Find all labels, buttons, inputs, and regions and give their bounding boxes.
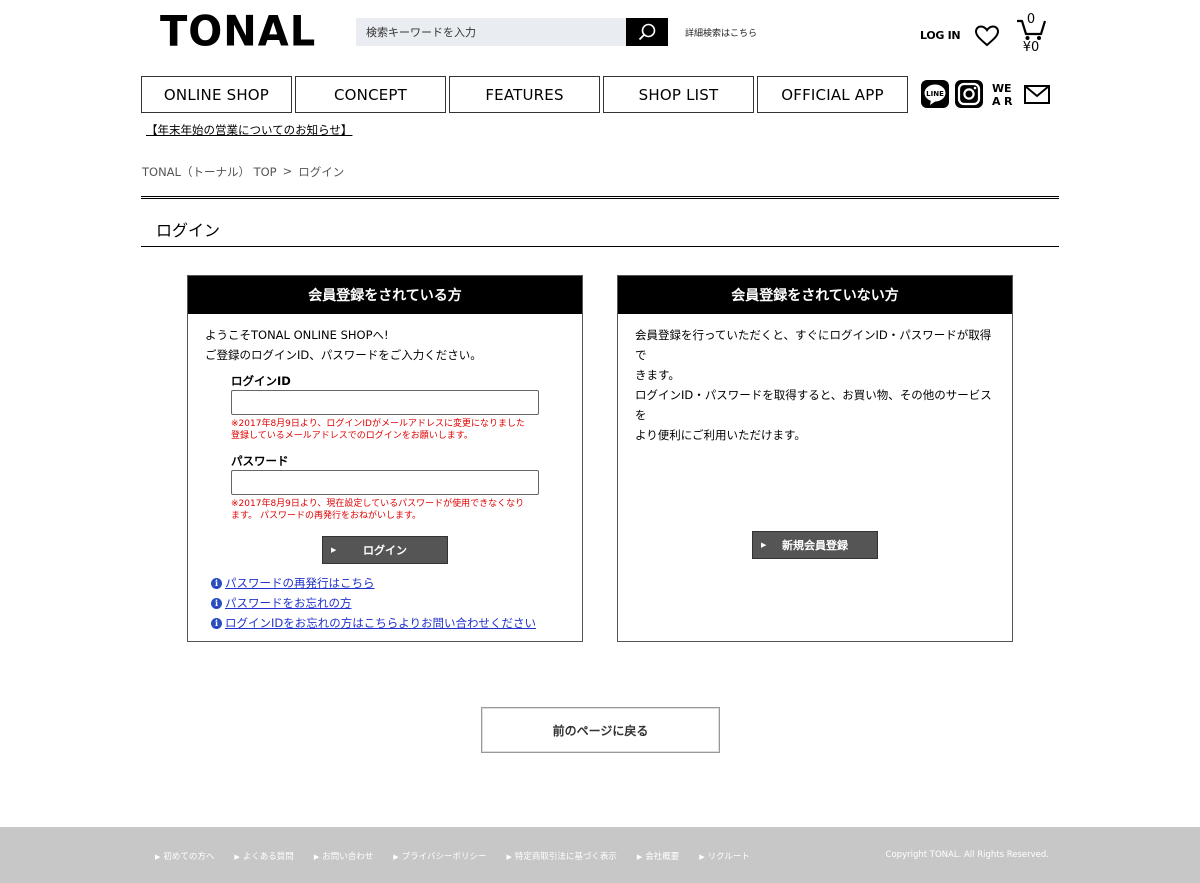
cart-button[interactable]: 0 ¥0 [1014, 12, 1048, 58]
svg-text:R: R [1004, 95, 1013, 108]
wear-icon: W E A R [992, 82, 1013, 108]
tonal-logo[interactable]: TONAL [160, 9, 316, 55]
copyright: Copyright TONAL. All Rights Reserved. [885, 850, 1049, 860]
svg-text:W: W [992, 82, 1004, 95]
new-member-panel-heading: 会員登録をされていない方 [618, 276, 1012, 314]
holiday-notice-link[interactable]: 【年末年始の営業についてのお知らせ】 [146, 122, 352, 138]
heart-icon [974, 25, 1000, 47]
line-link[interactable]: LINE [921, 80, 949, 108]
footer: 初めての方へ よくある質問 お問い合わせ プライバシーポリシー 特定商取引法に基… [0, 827, 1200, 883]
password-reissue-label: パスワードの再発行はこちら [225, 576, 375, 590]
search-input[interactable] [356, 18, 626, 46]
login-id-field[interactable] [231, 390, 539, 415]
arrow-right-icon: ▶ [331, 546, 337, 554]
register-button-label: 新規会員登録 [782, 539, 848, 552]
login-id-note: ※2017年8月9日より、ログインIDがメールアドレスに変更になりました 登録し… [231, 418, 543, 442]
wear-link[interactable]: W E A R [989, 80, 1017, 108]
nav-official-app[interactable]: OFFICIAL APP [757, 76, 908, 113]
nav-online-shop[interactable]: ONLINE SHOP [141, 76, 292, 113]
footer-link-privacy[interactable]: プライバシーポリシー [393, 850, 487, 862]
password-note-line-2: ます。 パスワードの再発行をおねがいします。 [231, 511, 422, 521]
new-member-panel: 会員登録をされていない方 会員登録を行っていただくと、すぐにログインID・パスワ… [617, 275, 1013, 642]
forgot-password-label: パスワードをお忘れの方 [225, 596, 352, 610]
description-line-4: より便利にご利用いただけます。 [635, 428, 806, 442]
svg-text:E: E [1004, 82, 1012, 95]
info-icon: i [211, 617, 222, 629]
back-button[interactable]: 前のページに戻る [481, 707, 720, 753]
password-label: パスワード [231, 454, 289, 468]
forgot-password-link[interactable]: i パスワードをお忘れの方 [211, 595, 352, 611]
login-button[interactable]: ▶ ログイン [322, 536, 448, 564]
member-panel-heading: 会員登録をされている方 [188, 276, 582, 314]
mail-link[interactable] [1023, 80, 1051, 108]
breadcrumb-separator: > [282, 164, 293, 178]
footer-link-recruit[interactable]: リクルート [699, 850, 750, 862]
info-icon: i [211, 577, 222, 589]
arrow-right-icon: ▶ [761, 541, 767, 549]
favorite-button[interactable] [974, 24, 1000, 48]
login-button-label: ログイン [363, 544, 407, 557]
footer-link-commercial-law[interactable]: 特定商取引法に基づく表示 [506, 850, 617, 862]
nav-features[interactable]: FEATURES [449, 76, 600, 113]
description-line-2: きます。 [635, 368, 680, 382]
breadcrumb-current: ログイン [298, 165, 345, 179]
footer-links: 初めての方へ よくある質問 お問い合わせ プライバシーポリシー 特定商取引法に基… [155, 850, 750, 862]
new-member-description: 会員登録を行っていただくと、すぐにログインID・パスワードが取得で きます。 ロ… [618, 314, 1012, 456]
main-nav: ONLINE SHOP CONCEPT FEATURES SHOP LIST O… [141, 76, 908, 113]
nav-concept[interactable]: CONCEPT [295, 76, 446, 113]
info-icon: i [211, 597, 222, 609]
breadcrumb: TONAL（トーナル） TOP > ログイン [142, 164, 344, 180]
welcome-line-1: ようこそTONAL ONLINE SHOPへ! [205, 328, 389, 342]
login-id-label: ログインID [231, 374, 291, 388]
svg-text:LINE: LINE [926, 90, 944, 98]
page-title-bar: ログイン [141, 196, 1059, 247]
member-login-panel: 会員登録をされている方 ようこそTONAL ONLINE SHOPへ! ご登録の… [187, 275, 583, 642]
search-bar [356, 18, 668, 46]
advanced-search-link[interactable]: 詳細検索はこちら [685, 26, 757, 39]
footer-link-first-time[interactable]: 初めての方へ [155, 850, 214, 862]
forgot-login-id-link[interactable]: i ログインIDをお忘れの方はこちらよりお問い合わせください [211, 615, 536, 631]
search-icon [638, 23, 656, 41]
nav-shop-list[interactable]: SHOP LIST [603, 76, 754, 113]
instagram-link[interactable] [955, 80, 983, 108]
instagram-icon [955, 80, 983, 108]
description-line-3: ログインID・パスワードを取得すると、お買い物、その他のサービスを [635, 388, 992, 422]
page-title: ログイン [156, 221, 221, 240]
password-note: ※2017年8月9日より、現在設定しているパスワードが使用できなくなり ます。 … [231, 498, 543, 522]
line-icon: LINE [921, 80, 949, 108]
footer-link-faq[interactable]: よくある質問 [234, 850, 294, 862]
cart-total: ¥0 [1022, 40, 1040, 55]
footer-link-contact[interactable]: お問い合わせ [314, 850, 373, 862]
breadcrumb-home[interactable]: TONAL（トーナル） TOP [142, 164, 277, 180]
login-id-note-line-2: 登録しているメールアドレスでのログインをお願いします。 [231, 431, 473, 441]
description-line-1: 会員登録を行っていただくと、すぐにログインID・パスワードが取得で [635, 328, 992, 362]
search-button[interactable] [626, 18, 668, 46]
register-button[interactable]: ▶ 新規会員登録 [752, 531, 878, 559]
member-welcome-text: ようこそTONAL ONLINE SHOPへ! ご登録のログインID、パスワード… [188, 314, 582, 376]
mail-icon [1024, 85, 1050, 104]
login-link[interactable]: LOG IN [920, 29, 961, 42]
svg-text:A: A [992, 95, 1001, 108]
password-note-line-1: ※2017年8月9日より、現在設定しているパスワードが使用できなくなり [231, 499, 525, 509]
forgot-login-id-label: ログインIDをお忘れの方はこちらよりお問い合わせください [225, 616, 537, 630]
password-field[interactable] [231, 470, 539, 495]
login-id-note-line-1: ※2017年8月9日より、ログインIDがメールアドレスに変更になりました [231, 419, 525, 429]
cart-icon [1017, 19, 1047, 40]
welcome-line-2: ご登録のログインID、パスワードをご入力ください。 [205, 348, 482, 362]
footer-link-company[interactable]: 会社概要 [637, 850, 679, 862]
password-reissue-link[interactable]: i パスワードの再発行はこちら [211, 575, 375, 591]
